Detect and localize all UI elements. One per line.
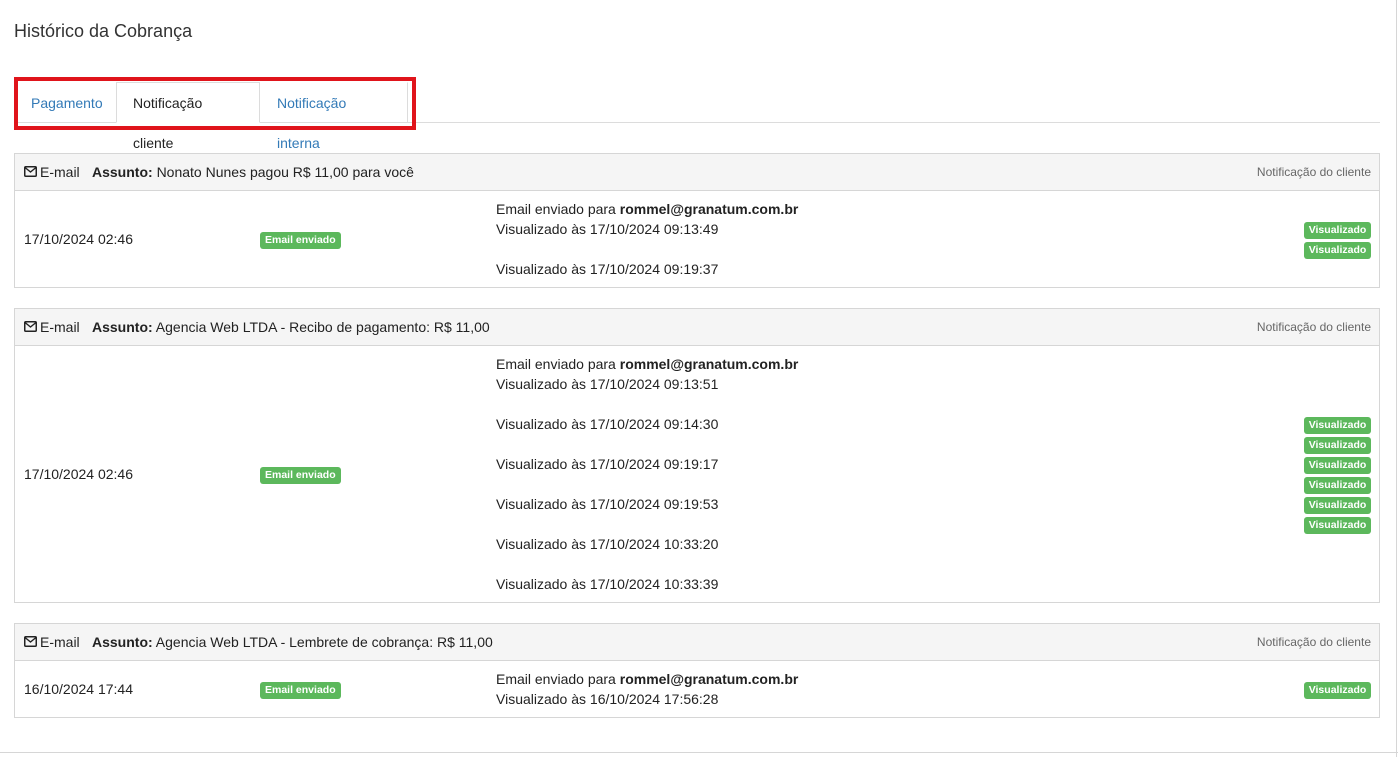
subject-text: Nonato Nunes pagou R$ 11,00 para você: [156, 164, 414, 180]
tab-notificacao-interna[interactable]: Notificação interna: [260, 82, 408, 151]
sent-to-line: Email enviado para rommel@granatum.com.b…: [496, 671, 798, 687]
sent-prefix: Email enviado para: [496, 671, 616, 687]
sent-date: 16/10/2024 17:44: [24, 681, 133, 697]
subject-label: Assunto:: [92, 319, 153, 335]
viewed-badge: Visualizado: [1304, 517, 1371, 534]
view-line: Visualizado às 17/10/2024 10:33:39: [496, 576, 719, 592]
viewed-badge: Visualizado: [1304, 437, 1371, 454]
view-line: Visualizado às 17/10/2024 10:33:20: [496, 536, 719, 552]
envelope-icon: [24, 636, 37, 647]
notification-card: E-mail Assunto: Agencia Web LTDA - Recib…: [14, 308, 1380, 603]
notification-type: Notificação do cliente: [1256, 165, 1371, 179]
card-header: E-mail Assunto: Agencia Web LTDA - Recib…: [15, 309, 1379, 346]
notification-type: Notificação do cliente: [1256, 320, 1371, 334]
view-line: Visualizado às 16/10/2024 17:56:28: [496, 691, 719, 707]
subject: Assunto: Nonato Nunes pagou R$ 11,00 par…: [92, 164, 414, 180]
card-body: 16/10/2024 17:44 Email enviado Email env…: [15, 661, 1379, 717]
subject-text: Agencia Web LTDA - Recibo de pagamento: …: [155, 319, 490, 335]
view-line: Visualizado às 17/10/2024 09:19:17: [496, 456, 719, 472]
channel-label: E-mail: [40, 164, 80, 180]
channel-label: E-mail: [40, 319, 80, 335]
channel-label: E-mail: [40, 634, 80, 650]
notification-card: E-mail Assunto: Agencia Web LTDA - Lembr…: [14, 623, 1380, 718]
view-line: Visualizado às 17/10/2024 09:13:51: [496, 376, 719, 392]
sent-date: 17/10/2024 02:46: [24, 231, 133, 247]
tab-pagamento[interactable]: Pagamento: [14, 82, 116, 123]
card-body: 17/10/2024 02:46 Email enviado Email env…: [15, 346, 1379, 602]
sent-prefix: Email enviado para: [496, 356, 616, 372]
status-badge: Email enviado: [260, 232, 341, 249]
viewed-badge: Visualizado: [1304, 457, 1371, 474]
view-line: Visualizado às 17/10/2024 09:19:37: [496, 261, 719, 277]
recipient-email: rommel@granatum.com.br: [619, 201, 799, 217]
card-header: E-mail Assunto: Nonato Nunes pagou R$ 11…: [15, 154, 1379, 191]
viewed-badge: Visualizado: [1304, 682, 1371, 699]
sent-date: 17/10/2024 02:46: [24, 466, 133, 482]
page-title: Histórico da Cobrança: [14, 21, 193, 41]
subject-label: Assunto:: [92, 164, 153, 180]
subject: Assunto: Agencia Web LTDA - Recibo de pa…: [92, 319, 490, 335]
view-line: Visualizado às 17/10/2024 09:19:53: [496, 496, 719, 512]
view-line: Visualizado às 17/10/2024 09:14:30: [496, 416, 719, 432]
viewed-badge: Visualizado: [1304, 222, 1371, 239]
viewed-badge: Visualizado: [1304, 477, 1371, 494]
viewed-badge: Visualizado: [1304, 242, 1371, 259]
view-line: Visualizado às 17/10/2024 09:13:49: [496, 221, 719, 237]
viewed-badge: Visualizado: [1304, 497, 1371, 514]
subject-label: Assunto:: [92, 634, 153, 650]
status-badge: Email enviado: [260, 467, 341, 484]
panel-right-border: [1396, 0, 1397, 757]
sent-to-line: Email enviado para rommel@granatum.com.b…: [496, 356, 798, 372]
subject-text: Agencia Web LTDA - Lembrete de cobrança:…: [155, 634, 493, 650]
card-header: E-mail Assunto: Agencia Web LTDA - Lembr…: [15, 624, 1379, 661]
notification-type: Notificação do cliente: [1256, 635, 1371, 649]
envelope-icon: [24, 321, 37, 332]
sent-prefix: Email enviado para: [496, 201, 616, 217]
subject: Assunto: Agencia Web LTDA - Lembrete de …: [92, 634, 493, 650]
viewed-badge: Visualizado: [1304, 417, 1371, 434]
tab-bar: Pagamento Notificação cliente Notificaçã…: [14, 82, 1380, 151]
panel-bottom-border: [0, 752, 1398, 753]
envelope-icon: [24, 166, 37, 177]
tab-notificacao-cliente[interactable]: Notificação cliente: [116, 82, 260, 151]
card-body: 17/10/2024 02:46 Email enviado Email env…: [15, 191, 1379, 287]
status-badge: Email enviado: [260, 682, 341, 699]
sent-to-line: Email enviado para rommel@granatum.com.b…: [496, 201, 798, 217]
recipient-email: rommel@granatum.com.br: [619, 671, 799, 687]
recipient-email: rommel@granatum.com.br: [619, 356, 799, 372]
notification-card: E-mail Assunto: Nonato Nunes pagou R$ 11…: [14, 153, 1380, 288]
